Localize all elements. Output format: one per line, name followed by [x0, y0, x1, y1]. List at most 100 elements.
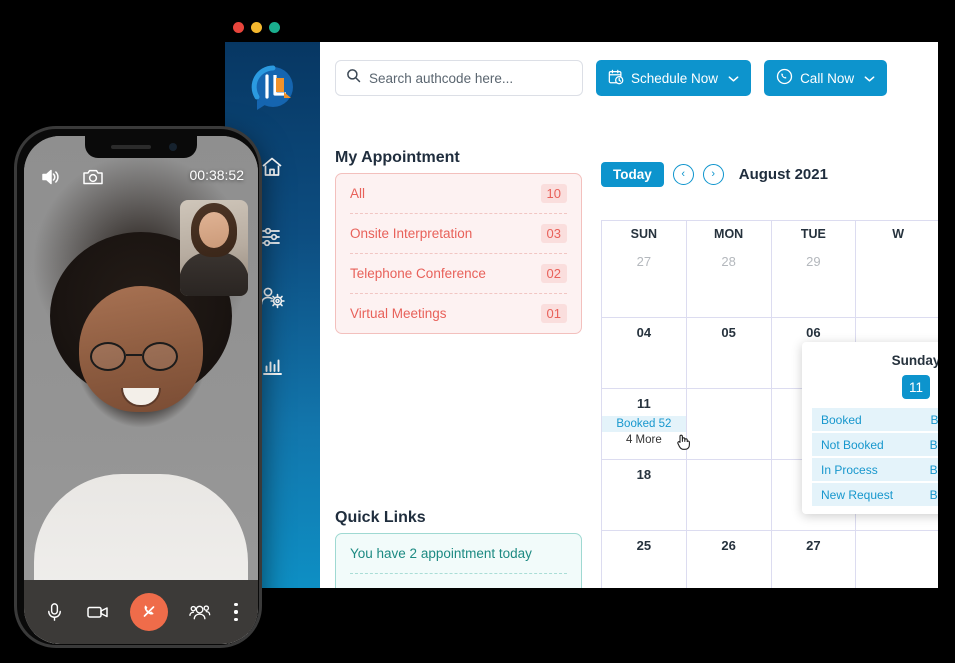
end-call-button[interactable]: [130, 593, 169, 631]
today-button[interactable]: Today: [601, 161, 664, 187]
chevron-down-icon: [864, 71, 875, 86]
page-title-my-appointment: My Appointment: [335, 149, 460, 166]
call-now-button[interactable]: Call Now: [764, 60, 888, 96]
camera-icon[interactable]: [82, 167, 104, 192]
phone-screen: 00:38:52: [24, 136, 258, 644]
phone-notch: [85, 136, 197, 158]
appointment-count: 01: [540, 304, 567, 323]
calendar-weekday-header-row: SUN MON TUE W: [602, 221, 938, 247]
more-vertical-icon[interactable]: [234, 601, 238, 623]
phone-circle-icon: [776, 68, 793, 88]
page-title-quick-links: Quick Links: [335, 509, 426, 526]
quick-link-label: You have 2 appointment today: [350, 546, 532, 561]
appointment-row[interactable]: Telephone Conference 02: [350, 254, 567, 294]
call-controls-bar: [24, 580, 258, 644]
chevron-down-icon: [728, 71, 739, 86]
pip-participant-body: [180, 252, 248, 296]
popup-booking-row[interactable]: New Request BI-CASS91236: [812, 483, 938, 506]
calendar-week-row: 27 28 29: [602, 247, 938, 318]
day-number: 26: [721, 538, 736, 553]
people-icon[interactable]: [189, 602, 214, 622]
next-month-button[interactable]: ›: [702, 163, 724, 185]
quick-link-item[interactable]: Your medical certificate expire: [350, 574, 567, 589]
front-camera-icon: [169, 143, 177, 151]
calendar-header: Today ‹ › August 2021: [601, 160, 938, 188]
calendar-day-cell[interactable]: [856, 247, 938, 318]
popup-date-badge: 11: [902, 375, 930, 399]
popup-weekday: Sunday: [891, 353, 938, 368]
top-toolbar: Schedule Now Call Now: [335, 60, 888, 96]
search-box[interactable]: [335, 60, 583, 96]
video-call-pip-feed[interactable]: [180, 200, 248, 296]
call-timer: 00:38:52: [189, 167, 245, 183]
app-logo-icon: [247, 64, 299, 112]
day-number: 11: [637, 396, 651, 411]
microphone-icon[interactable]: [44, 601, 65, 623]
appointment-category-list: All 10 Onsite Interpretation 03 Telephon…: [335, 173, 582, 334]
schedule-now-button[interactable]: Schedule Now: [596, 60, 752, 96]
calendar-day-cell-selected[interactable]: 11 Booked 52 4 More: [602, 389, 690, 460]
weekday-header: W: [856, 221, 938, 247]
appointment-row[interactable]: Virtual Meetings 01: [350, 294, 567, 333]
appointment-row[interactable]: Onsite Interpretation 03: [350, 214, 567, 254]
calendar-day-cell[interactable]: 18: [602, 460, 687, 531]
calendar-week-row: 25 26 27: [602, 531, 938, 588]
booking-code: BI-CASS91236: [929, 487, 938, 502]
popup-booking-row[interactable]: Not Booked BI-CASS91856: [812, 433, 938, 456]
day-number: 29: [806, 254, 821, 269]
earpiece-speaker: [111, 145, 151, 149]
speaker-icon[interactable]: [40, 167, 62, 192]
glasses-left-lens: [90, 342, 126, 371]
booking-status: New Request: [821, 487, 894, 502]
screenshot-root: Schedule Now Call Now: [0, 0, 955, 663]
quick-links-list: You have 2 appointment today Your medica…: [335, 533, 582, 588]
booking-status: Not Booked: [821, 437, 884, 452]
search-icon: [346, 68, 361, 88]
calendar-day-cell[interactable]: 04: [602, 318, 687, 389]
booking-code: BI-CASS91856: [929, 437, 938, 452]
video-camera-icon[interactable]: [86, 602, 110, 622]
schedule-now-label: Schedule Now: [631, 70, 719, 86]
appointment-label: Virtual Meetings: [350, 306, 447, 321]
weekday-header: SUN: [602, 221, 687, 247]
appointment-count: 03: [540, 224, 567, 243]
calendar-event-booked[interactable]: Booked 52: [602, 416, 686, 432]
calendar-day-cell[interactable]: [686, 460, 772, 531]
quick-link-item[interactable]: You have 2 appointment today: [350, 534, 567, 574]
previous-month-button[interactable]: ‹: [672, 163, 694, 185]
booking-code: BI-CASS91811: [930, 412, 939, 427]
calendar-clock-icon: [608, 69, 624, 88]
main-content: Schedule Now Call Now: [320, 42, 938, 588]
day-number: 27: [636, 254, 652, 269]
calendar-day-cell[interactable]: 28: [686, 247, 772, 318]
calendar-day-cell[interactable]: 27: [772, 531, 857, 588]
day-number: 06: [806, 325, 821, 340]
calendar-more-link[interactable]: 4 More: [602, 434, 686, 446]
calendar-day-cell[interactable]: [856, 531, 938, 588]
minimize-window-button[interactable]: [251, 22, 262, 33]
popup-booking-list: Booked BI-CASS91811 Not Booked BI-CASS91…: [812, 408, 938, 506]
weekday-header: TUE: [772, 221, 857, 247]
maximize-window-button[interactable]: [269, 22, 280, 33]
calendar-day-cell[interactable]: 26: [687, 531, 772, 588]
calendar-day-cell[interactable]: [686, 389, 772, 460]
booking-code: BI-CASS91947: [929, 462, 938, 477]
phone-mockup: 00:38:52: [14, 126, 262, 648]
calendar-month-label: August 2021: [738, 165, 828, 183]
calendar-day-cell[interactable]: 05: [686, 318, 772, 389]
weekday-header: MON: [687, 221, 772, 247]
popup-booking-row[interactable]: Booked BI-CASS91811: [812, 408, 938, 431]
appointment-row[interactable]: All 10: [350, 174, 567, 214]
app-window: Schedule Now Call Now: [225, 12, 938, 588]
appointment-label: Onsite Interpretation: [350, 226, 473, 241]
appointment-count: 02: [540, 264, 567, 283]
appointment-count: 10: [540, 184, 567, 203]
calendar-day-cell[interactable]: 29: [771, 247, 857, 318]
calendar-day-cell[interactable]: 27: [602, 247, 687, 318]
quick-link-label: Your medical certificate expire: [350, 587, 530, 589]
popup-booking-row[interactable]: In Process BI-CASS91947: [812, 458, 938, 481]
close-window-button[interactable]: [233, 22, 244, 33]
booking-status: In Process: [821, 462, 878, 477]
search-input[interactable]: [369, 70, 572, 86]
calendar-day-cell[interactable]: 25: [602, 531, 687, 588]
